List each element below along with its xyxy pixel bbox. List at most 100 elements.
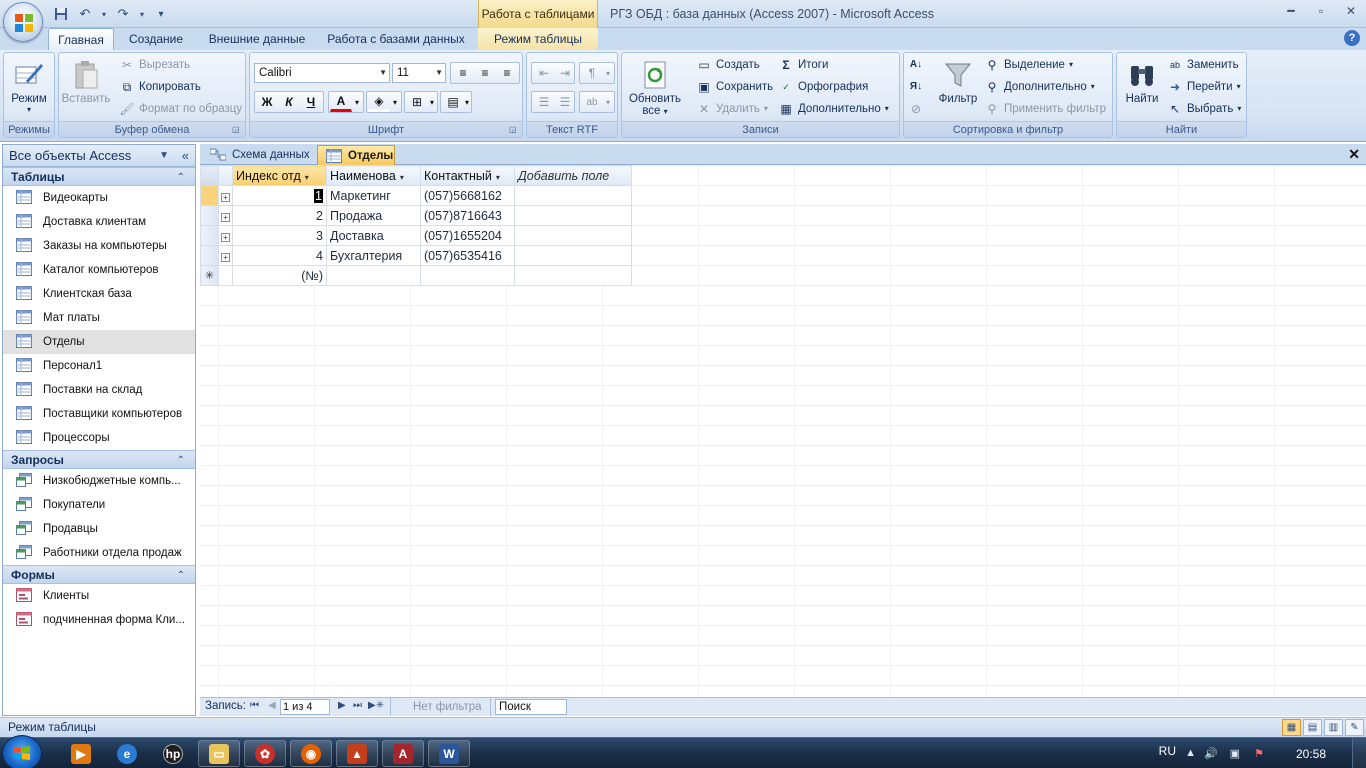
decrease-indent-icon[interactable]: ⇤: [533, 63, 555, 83]
previous-record-icon[interactable]: ◀: [268, 700, 276, 711]
taskbar-ie[interactable]: e: [106, 740, 148, 767]
collapse-pane-icon[interactable]: «: [182, 145, 189, 167]
more-records-button[interactable]: ▦ Дополнительно ▾: [778, 99, 888, 119]
expand-plus-icon[interactable]: +: [221, 252, 230, 262]
cell-add-field[interactable]: [514, 225, 632, 246]
nav-item[interactable]: Низкобюджетные компь...: [3, 469, 195, 493]
nav-item[interactable]: Клиенты: [3, 584, 195, 608]
taskbar-powerpoint[interactable]: ▲: [336, 740, 378, 767]
close-icon[interactable]: ✕: [1336, 0, 1366, 22]
language-indicator[interactable]: RU: [1159, 744, 1176, 758]
numbered-list-icon[interactable]: ☰: [533, 92, 555, 112]
chevron-down-icon[interactable]: ▾: [462, 92, 472, 112]
nav-item[interactable]: Процессоры: [3, 426, 195, 450]
column-header-name[interactable]: Наименова ▾: [326, 165, 421, 186]
volume-icon[interactable]: 🔊: [1204, 747, 1218, 760]
chevron-down-icon[interactable]: ▾: [400, 173, 404, 182]
chevron-up-icon[interactable]: ⌃: [177, 451, 185, 470]
sort-descending-button[interactable]: Я↓: [908, 77, 924, 97]
align-right-icon[interactable]: ≡: [496, 63, 518, 83]
nav-item[interactable]: Каталог компьютеров: [3, 258, 195, 282]
column-header-index[interactable]: Индекс отд ▾: [232, 165, 327, 186]
design-view-icon[interactable]: ✎: [1345, 719, 1364, 736]
filter-button[interactable]: Фильтр: [934, 57, 982, 119]
tab-relationships[interactable]: Схема данных: [202, 145, 314, 165]
nav-item[interactable]: Покупатели: [3, 493, 195, 517]
chevron-up-icon[interactable]: ⌃: [177, 168, 185, 187]
tab-create[interactable]: Создание: [120, 28, 192, 50]
highlight-icon[interactable]: ab: [581, 92, 603, 112]
select-button[interactable]: ↖ Выбрать ▾: [1167, 99, 1241, 119]
row-selector[interactable]: [200, 245, 219, 266]
paragraph-icon[interactable]: ¶: [581, 63, 603, 83]
copy-button[interactable]: ⧉ Копировать: [119, 77, 201, 97]
nav-item[interactable]: Работники отдела продаж: [3, 541, 195, 565]
chevron-up-icon[interactable]: ⌃: [177, 566, 185, 585]
cell-name[interactable]: Продажа: [326, 205, 421, 226]
font-color-icon[interactable]: A: [330, 92, 352, 112]
align-center-icon[interactable]: ≡: [474, 63, 496, 83]
nav-section-form[interactable]: Формы ⌃: [3, 565, 195, 584]
chevron-down-icon[interactable]: ▼: [159, 145, 169, 167]
chevron-down-icon[interactable]: ▾: [602, 63, 614, 83]
chevron-down-icon[interactable]: ▾: [427, 92, 437, 112]
format-painter-button[interactable]: 🖌 Формат по образцу: [119, 99, 242, 119]
cell-name[interactable]: Маркетинг: [326, 185, 421, 206]
row-selector[interactable]: [200, 225, 219, 246]
underline-button[interactable]: Ч: [300, 92, 322, 112]
next-record-icon[interactable]: ▶: [338, 700, 346, 711]
pivottable-view-icon[interactable]: ▤: [1303, 719, 1322, 736]
search-input[interactable]: Поиск: [495, 699, 567, 715]
bold-button[interactable]: Ж: [256, 92, 278, 112]
cell-contact[interactable]: (057)8716643: [420, 205, 515, 226]
font-size-combo[interactable]: 11 ▼: [392, 63, 446, 83]
undo-icon[interactable]: ↶: [76, 5, 94, 23]
expand-plus-icon[interactable]: +: [221, 212, 230, 222]
alternate-fill-icon[interactable]: ▤: [442, 92, 464, 112]
font-name-combo[interactable]: Calibri ▼: [254, 63, 390, 83]
close-document-icon[interactable]: ✕: [1348, 146, 1360, 163]
cell-empty[interactable]: [326, 265, 421, 286]
selection-button[interactable]: ⚲ Выделение ▾: [984, 55, 1073, 75]
nav-item[interactable]: подчиненная форма Кли...: [3, 608, 195, 632]
increase-indent-icon[interactable]: ⇥: [554, 63, 576, 83]
taskbar-hp[interactable]: hp: [152, 740, 194, 767]
taskbar-media-player[interactable]: ▶: [60, 740, 102, 767]
tab-departments[interactable]: Отделы: [317, 145, 395, 165]
dialog-launcher-icon[interactable]: ◲: [509, 125, 519, 135]
minimize-icon[interactable]: ━: [1276, 0, 1306, 22]
italic-button[interactable]: К: [278, 92, 300, 112]
start-button[interactable]: [2, 735, 42, 768]
nav-section-query[interactable]: Запросы ⌃: [3, 450, 195, 469]
totals-button[interactable]: Σ Итоги: [778, 55, 828, 75]
align-left-icon[interactable]: ≡: [452, 63, 474, 83]
taskbar-access[interactable]: A: [382, 740, 424, 767]
chevron-down-icon[interactable]: ▾: [351, 92, 363, 112]
taskbar-explorer[interactable]: ▭: [198, 740, 240, 767]
tab-database-tools[interactable]: Работа с базами данных: [322, 28, 470, 50]
redo-dropdown-icon[interactable]: ▾: [138, 5, 146, 23]
nav-item[interactable]: Персонал1: [3, 354, 195, 378]
taskbar-firefox[interactable]: ◉: [290, 740, 332, 767]
find-button[interactable]: Найти: [1117, 57, 1167, 119]
no-filter-indicator[interactable]: Нет фильтра: [390, 698, 491, 716]
chevron-down-icon[interactable]: ▾: [602, 92, 614, 112]
nav-item[interactable]: Видеокарты: [3, 186, 195, 210]
nav-item[interactable]: Поставщики компьютеров: [3, 402, 195, 426]
cell-add-field[interactable]: [514, 205, 632, 226]
cell-add-field[interactable]: [514, 245, 632, 266]
bulleted-list-icon[interactable]: ☰: [554, 92, 576, 112]
undo-dropdown-icon[interactable]: ▾: [100, 5, 108, 23]
taskbar-word[interactable]: W: [428, 740, 470, 767]
nav-item[interactable]: Поставки на склад: [3, 378, 195, 402]
clear-sort-button[interactable]: ⊘: [908, 99, 924, 119]
cell-index[interactable]: 3: [232, 225, 327, 246]
expand-plus-icon[interactable]: +: [221, 232, 230, 242]
datasheet-view-icon[interactable]: ▦: [1282, 719, 1301, 736]
redo-icon[interactable]: ↷: [114, 5, 132, 23]
apply-filter-button[interactable]: ⚲ Применить фильтр: [984, 99, 1106, 119]
nav-item[interactable]: Отделы: [3, 330, 195, 354]
tab-home[interactable]: Главная: [48, 28, 114, 50]
cell-contact[interactable]: (057)1655204: [420, 225, 515, 246]
dialog-launcher-icon[interactable]: ◲: [232, 125, 242, 135]
